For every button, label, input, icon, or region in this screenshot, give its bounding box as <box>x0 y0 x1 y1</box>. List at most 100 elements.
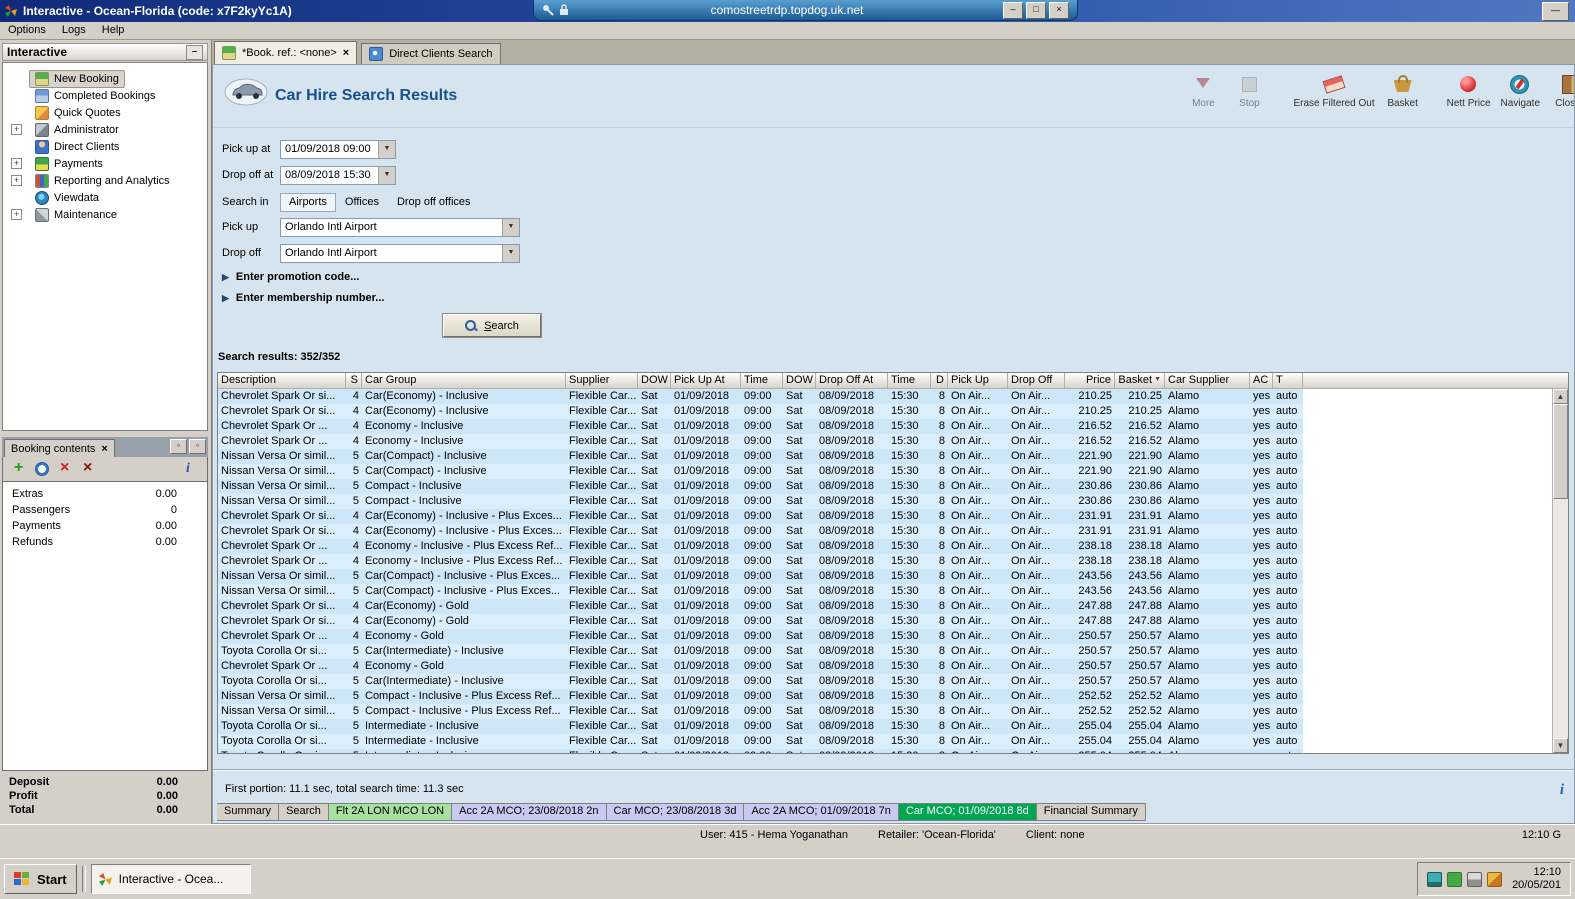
close-icon[interactable]: × <box>101 443 107 455</box>
result-row[interactable]: Chevrolet Spark Or si... 4 Car(Economy) - … <box>218 599 1552 614</box>
toolbar-button[interactable]: Nett Price <box>1447 73 1491 109</box>
clock[interactable]: 12:10 20/05/201 <box>1512 866 1561 892</box>
result-row[interactable]: Chevrolet Spark Or ... 4 Economy - Gold Fle… <box>218 659 1552 674</box>
expand-icon[interactable]: + <box>11 175 22 186</box>
result-row[interactable]: Toyota Corolla Or si... 5 Car(Intermediate… <box>218 644 1552 659</box>
search-in-option[interactable]: Airports <box>280 193 336 212</box>
scroll-down-icon[interactable]: ▼ <box>1553 738 1568 753</box>
column-header-dow[interactable]: DOW <box>783 373 816 389</box>
booking-contents-tab[interactable]: Booking contents × <box>4 439 115 457</box>
rdp-restore-button[interactable]: □ <box>1026 1 1046 19</box>
info-icon[interactable] <box>181 461 197 477</box>
expand-icon[interactable]: + <box>11 124 22 135</box>
toolbar-button[interactable]: More <box>1185 73 1221 109</box>
pickup-at-input[interactable]: 01/09/2018 09:00 ▼ <box>280 140 396 159</box>
panel-restore-button[interactable]: ▫ <box>170 439 187 454</box>
dropoff-select[interactable]: Orlando Intl Airport ▼ <box>280 244 520 263</box>
column-header-time[interactable]: Time <box>888 373 931 389</box>
column-header-ac[interactable]: AC <box>1250 373 1273 389</box>
column-header-drop-off-at[interactable]: Drop Off At <box>816 373 888 389</box>
clock-icon[interactable] <box>34 461 50 477</box>
printer-icon[interactable] <box>1467 871 1483 887</box>
section-tab[interactable]: Summary <box>217 803 280 821</box>
result-row[interactable]: Chevrolet Spark Or si... 4 Car(Economy) - … <box>218 509 1552 524</box>
result-row[interactable]: Toyota Corolla Or si...5Intermediate - I… <box>218 749 1552 753</box>
result-row[interactable]: Nissan Versa Or simil... 5 Compact - Inclu… <box>218 689 1552 704</box>
add-icon[interactable] <box>11 459 27 477</box>
pickup-select[interactable]: Orlando Intl Airport ▼ <box>280 218 520 237</box>
sidebar-item[interactable]: + New Booking <box>3 69 207 88</box>
delete-icon[interactable] <box>57 459 73 477</box>
column-header-car-group[interactable]: Car Group <box>362 373 566 389</box>
toolbar-button[interactable]: Stop <box>1231 73 1267 109</box>
menu-item[interactable]: Help <box>94 22 133 39</box>
dropdown-icon[interactable]: ▼ <box>502 219 519 236</box>
menu-item[interactable]: Options <box>0 22 54 39</box>
section-tab[interactable]: Search <box>279 803 329 821</box>
rdp-close-button[interactable]: × <box>1049 1 1069 19</box>
start-button[interactable]: Start <box>4 864 77 894</box>
vertical-scrollbar[interactable]: ▲ ▼ <box>1552 389 1568 753</box>
close-icon[interactable]: × <box>343 47 349 59</box>
sidebar-item[interactable]: + Direct Clients <box>3 138 207 155</box>
search-in-option[interactable]: Drop off offices <box>388 193 480 212</box>
result-row[interactable]: Chevrolet Spark Or si... 4 Car(Economy) - … <box>218 524 1552 539</box>
result-row[interactable]: Chevrolet Spark Or si... 4 Car(Economy) - … <box>218 389 1552 404</box>
result-row[interactable]: Chevrolet Spark Or ... 4 Economy - Inclusi… <box>218 539 1552 554</box>
result-row[interactable]: Nissan Versa Or simil... 5 Compact - Inclu… <box>218 704 1552 719</box>
toolbar-button[interactable]: Navigate <box>1501 73 1540 109</box>
result-row[interactable]: Chevrolet Spark Or si... 4 Car(Economy) - … <box>218 404 1552 419</box>
sidebar-item[interactable]: + Quick Quotes <box>3 104 207 121</box>
search-in-option[interactable]: Offices <box>336 193 388 212</box>
rdp-minimize-button[interactable]: – <box>1003 1 1023 19</box>
sidebar-item[interactable]: + Reporting and Analytics <box>3 172 207 189</box>
result-row[interactable]: Chevrolet Spark Or ... 4 Economy - Inclusi… <box>218 434 1552 449</box>
result-row[interactable]: Toyota Corolla Or si... 5 Car(Intermediate… <box>218 674 1552 689</box>
column-header-t[interactable]: T <box>1273 373 1303 389</box>
expand-icon[interactable]: + <box>11 209 22 220</box>
toolbar-button[interactable]: Erase Filtered Out <box>1293 73 1374 109</box>
section-tab[interactable]: Acc 2A MCO; 23/08/2018 2n <box>452 803 607 821</box>
info-icon[interactable]: i <box>1560 782 1564 799</box>
dropdown-icon[interactable]: ▼ <box>378 141 395 158</box>
dropdown-icon[interactable]: ▼ <box>378 167 395 184</box>
toolbar-button[interactable]: Basket <box>1385 73 1421 109</box>
column-header-price[interactable]: Price <box>1065 373 1115 389</box>
section-tab[interactable]: Financial Summary <box>1036 803 1146 821</box>
section-tab[interactable]: Acc 2A MCO; 01/09/2018 7n <box>744 803 899 821</box>
result-row[interactable]: Chevrolet Spark Or si... 4 Car(Economy) - … <box>218 614 1552 629</box>
result-row[interactable]: Chevrolet Spark Or ... 4 Economy - Gold Fle… <box>218 629 1552 644</box>
rdp-connection-bar[interactable]: comostreetrdp.topdog.uk.net – □ × <box>533 0 1078 21</box>
column-header-s[interactable]: S <box>346 373 362 389</box>
result-row[interactable]: Nissan Versa Or simil... 5 Compact - Inclu… <box>218 479 1552 494</box>
collapse-panel-button[interactable]: – <box>186 44 203 60</box>
sidebar-item[interactable]: + Completed Bookings <box>3 87 207 104</box>
sidebar-item[interactable]: + Viewdata <box>3 189 207 206</box>
dropdown-icon[interactable]: ▼ <box>502 245 519 262</box>
result-row[interactable]: Chevrolet Spark Or ... 4 Economy - Inclusi… <box>218 554 1552 569</box>
cancel-icon[interactable] <box>80 459 96 477</box>
column-header-time[interactable]: Time <box>741 373 783 389</box>
result-row[interactable]: Nissan Versa Or simil... 5 Car(Compact) - … <box>218 449 1552 464</box>
section-tab[interactable]: Flt 2A LON MCO LON <box>328 803 453 821</box>
menu-item[interactable]: Logs <box>54 22 94 39</box>
column-header-dow[interactable]: DOW <box>638 373 671 389</box>
column-header-car-supplier[interactable]: Car Supplier <box>1165 373 1250 389</box>
membership-expander[interactable]: ▶ Enter membership number... <box>222 292 384 304</box>
panel-maximize-button[interactable]: ▫ <box>189 439 206 454</box>
column-header-description[interactable]: Description <box>218 373 346 389</box>
result-row[interactable]: Nissan Versa Or simil... 5 Car(Compact) - … <box>218 584 1552 599</box>
column-header-pick-up[interactable]: Pick Up <box>948 373 1008 389</box>
booking-contents-row[interactable]: Payments 0.00 <box>3 518 207 534</box>
column-header-pick-up-at[interactable]: Pick Up At <box>671 373 741 389</box>
minimize-button[interactable]: — <box>1542 2 1569 21</box>
result-row[interactable]: Toyota Corolla Or si...5Intermediate - I… <box>218 719 1552 734</box>
pin-icon[interactable] <box>542 4 554 16</box>
booking-contents-row[interactable]: Extras 0.00 <box>3 486 207 502</box>
column-header-drop-off[interactable]: Drop Off <box>1008 373 1065 389</box>
mail-icon[interactable] <box>1447 871 1463 887</box>
column-header-supplier[interactable]: Supplier <box>566 373 638 389</box>
scroll-up-icon[interactable]: ▲ <box>1553 389 1568 404</box>
column-header-d[interactable]: D <box>931 373 948 389</box>
dropoff-at-input[interactable]: 08/09/2018 15:30 ▼ <box>280 166 396 185</box>
